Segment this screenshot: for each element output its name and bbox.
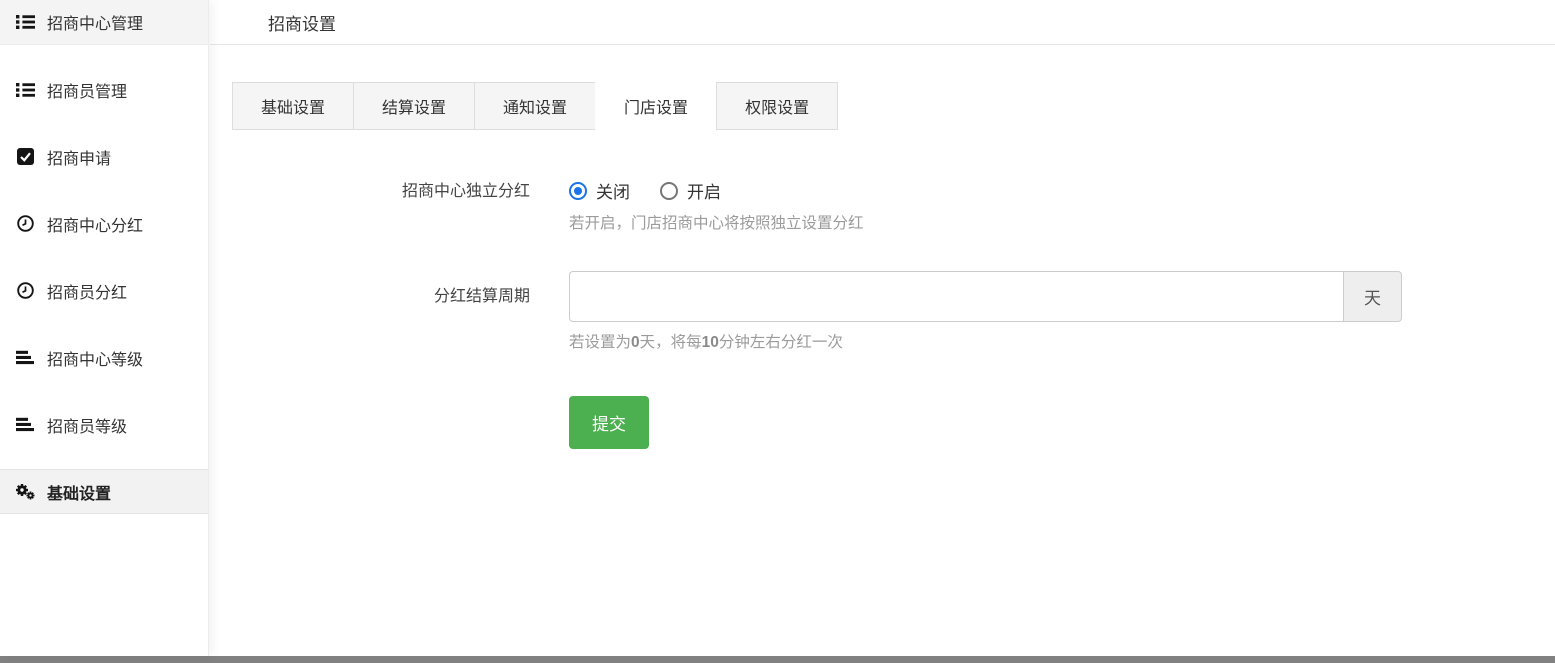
tab-store-settings[interactable]: 门店设置 xyxy=(595,82,717,130)
independent-dividend-radio-group: 关闭 开启 xyxy=(569,178,864,203)
sidebar-item-label: 招商中心分红 xyxy=(47,212,143,236)
settlement-cycle-unit: 天 xyxy=(1343,271,1402,322)
cogs-icon xyxy=(14,483,36,501)
tab-settlement-settings[interactable]: 结算设置 xyxy=(353,82,475,130)
settings-tabs: 基础设置 结算设置 通知设置 门店设置 权限设置 xyxy=(232,82,1555,130)
submit-spacer xyxy=(232,396,530,449)
tab-permission-settings[interactable]: 权限设置 xyxy=(716,82,838,130)
sidebar-item-merchant-application[interactable]: 招商申请 xyxy=(0,134,208,179)
form-row-independent-dividend: 招商中心独立分红 关闭 开启 若开启，门店招商中心 xyxy=(232,178,1555,233)
radio-label: 开启 xyxy=(687,178,721,203)
tab-notification-settings[interactable]: 通知设置 xyxy=(474,82,596,130)
page-header: 招商设置 xyxy=(210,0,1555,45)
hint-number: 10 xyxy=(702,334,719,351)
tab-basic-settings[interactable]: 基础设置 xyxy=(232,82,354,130)
radio-icon[interactable] xyxy=(660,182,678,200)
app-window: 招商中心管理 招商员管理 招商申请 xyxy=(0,0,1555,663)
main-area: 招商设置 基础设置 结算设置 通知设置 门店设置 权限设置 招商中心独立分红 xyxy=(210,0,1555,656)
sidebar-item-label: 招商员管理 xyxy=(47,78,127,102)
horizontal-scrollbar[interactable] xyxy=(0,656,1555,663)
form-row-submit: 提交 xyxy=(232,396,1555,449)
sidebar-item-label: 招商中心管理 xyxy=(47,10,143,34)
hint-text: 分钟左右分红一次 xyxy=(719,334,843,351)
hint-number: 0 xyxy=(631,334,640,351)
independent-dividend-label: 招商中心独立分红 xyxy=(232,178,530,233)
radio-option-close[interactable]: 关闭 xyxy=(569,178,630,203)
settlement-cycle-label: 分红结算周期 xyxy=(232,271,530,352)
sidebar-item-merchant-center-management[interactable]: 招商中心管理 xyxy=(0,0,208,45)
settlement-cycle-input-group: 天 xyxy=(569,271,1402,322)
sidebar-item-merchant-staff-dividend[interactable]: 招商员分红 xyxy=(0,268,208,313)
clock-icon xyxy=(14,282,36,300)
submit-button[interactable]: 提交 xyxy=(569,396,649,449)
sidebar-item-label: 招商员等级 xyxy=(47,413,127,437)
independent-dividend-control: 关闭 开启 若开启，门店招商中心将按照独立设置分红 xyxy=(569,178,864,233)
content: 基础设置 结算设置 通知设置 门店设置 权限设置 招商中心独立分红 关闭 xyxy=(210,45,1555,449)
levels-icon xyxy=(14,349,36,367)
radio-icon[interactable] xyxy=(569,182,587,200)
settlement-cycle-input[interactable] xyxy=(569,271,1343,322)
settlement-cycle-control: 天 若设置为0天，将每10分钟左右分红一次 xyxy=(569,271,1402,352)
sidebar-item-merchant-center-level[interactable]: 招商中心等级 xyxy=(0,335,208,380)
settlement-cycle-hint: 若设置为0天，将每10分钟左右分红一次 xyxy=(569,330,1402,352)
sidebar-item-label: 招商申请 xyxy=(47,145,111,169)
radio-label: 关闭 xyxy=(596,178,630,203)
sidebar-item-label: 基础设置 xyxy=(47,480,111,504)
list-icon xyxy=(14,81,36,99)
independent-dividend-hint: 若开启，门店招商中心将按照独立设置分红 xyxy=(569,211,864,233)
sidebar-item-merchant-center-dividend[interactable]: 招商中心分红 xyxy=(0,201,208,246)
hint-text: 若设置为 xyxy=(569,334,631,351)
radio-option-open[interactable]: 开启 xyxy=(660,178,721,203)
sidebar-item-basic-settings[interactable]: 基础设置 xyxy=(0,469,208,514)
form-row-settlement-cycle: 分红结算周期 天 若设置为0天，将每10分钟左右分红一次 xyxy=(232,271,1555,352)
list-icon xyxy=(14,13,36,31)
page-title: 招商设置 xyxy=(268,10,336,35)
store-settings-form: 招商中心独立分红 关闭 开启 若开启，门店招商中心 xyxy=(232,178,1555,449)
hint-text: 天，将每 xyxy=(640,334,702,351)
sidebar: 招商中心管理 招商员管理 招商申请 xyxy=(0,0,209,656)
check-square-icon xyxy=(14,148,36,166)
clock-icon xyxy=(14,215,36,233)
sidebar-item-merchant-staff-management[interactable]: 招商员管理 xyxy=(0,67,208,112)
sidebar-item-merchant-staff-level[interactable]: 招商员等级 xyxy=(0,402,208,447)
levels-icon xyxy=(14,416,36,434)
sidebar-item-label: 招商员分红 xyxy=(47,279,127,303)
sidebar-item-label: 招商中心等级 xyxy=(47,346,143,370)
